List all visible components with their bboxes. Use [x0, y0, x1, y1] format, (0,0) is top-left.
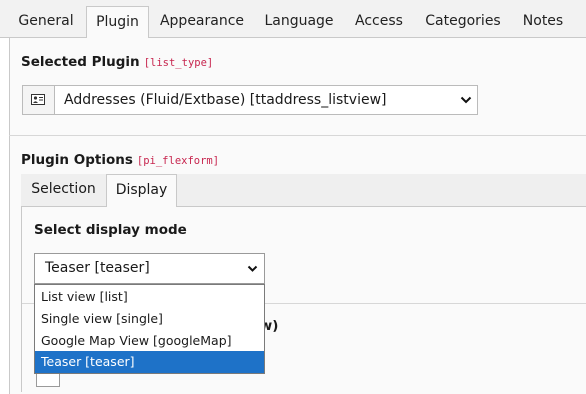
tab-plugin[interactable]: Plugin [86, 6, 149, 39]
option-list-view[interactable]: List view [list] [35, 286, 264, 308]
selected-plugin-heading: Selected Plugin [list_type] [21, 54, 213, 70]
chevron-down-icon [247, 265, 258, 272]
tab-display[interactable]: Display [106, 174, 177, 208]
plugin-options-tab-bar: Selection Display [21, 174, 586, 208]
display-mode-dropdown: List view [list] Single view [single] Go… [34, 284, 265, 374]
tab-appearance[interactable]: Appearance [155, 6, 249, 38]
plugin-options-label: Plugin Options [21, 152, 133, 168]
tab-general[interactable]: General [10, 6, 82, 38]
plugin-options-field-name: [pi_flexform] [136, 155, 220, 167]
tab-categories[interactable]: Categories [419, 6, 507, 38]
plugin-options-heading: Plugin Options [pi_flexform] [21, 152, 219, 168]
tab-selection[interactable]: Selection [21, 174, 106, 207]
partially-hidden-checkbox[interactable] [36, 374, 60, 387]
option-single-view[interactable]: Single view [single] [35, 308, 264, 330]
section-divider [9, 135, 586, 136]
option-teaser[interactable]: Teaser [teaser] [35, 351, 264, 373]
tab-access[interactable]: Access [350, 6, 408, 38]
selected-plugin-value: Addresses (Fluid/Extbase) [ttaddress_lis… [64, 92, 387, 108]
tab-notes[interactable]: Notes [517, 6, 569, 38]
display-mode-value: Teaser [teaser] [45, 260, 150, 276]
option-google-map-view[interactable]: Google Map View [googleMap] [35, 330, 264, 352]
display-mode-select[interactable]: Teaser [teaser] [34, 253, 265, 284]
selected-plugin-field-name: [list_type] [143, 57, 214, 69]
chevron-down-icon [460, 96, 472, 104]
selected-plugin-select[interactable]: Addresses (Fluid/Extbase) [ttaddress_lis… [22, 85, 478, 115]
display-mode-label: Select display mode [34, 222, 187, 238]
selected-plugin-label: Selected Plugin [21, 54, 140, 70]
top-tab-bar: General Plugin Appearance Language Acces… [0, 0, 586, 39]
address-card-icon [23, 86, 55, 114]
tab-language[interactable]: Language [257, 6, 341, 38]
